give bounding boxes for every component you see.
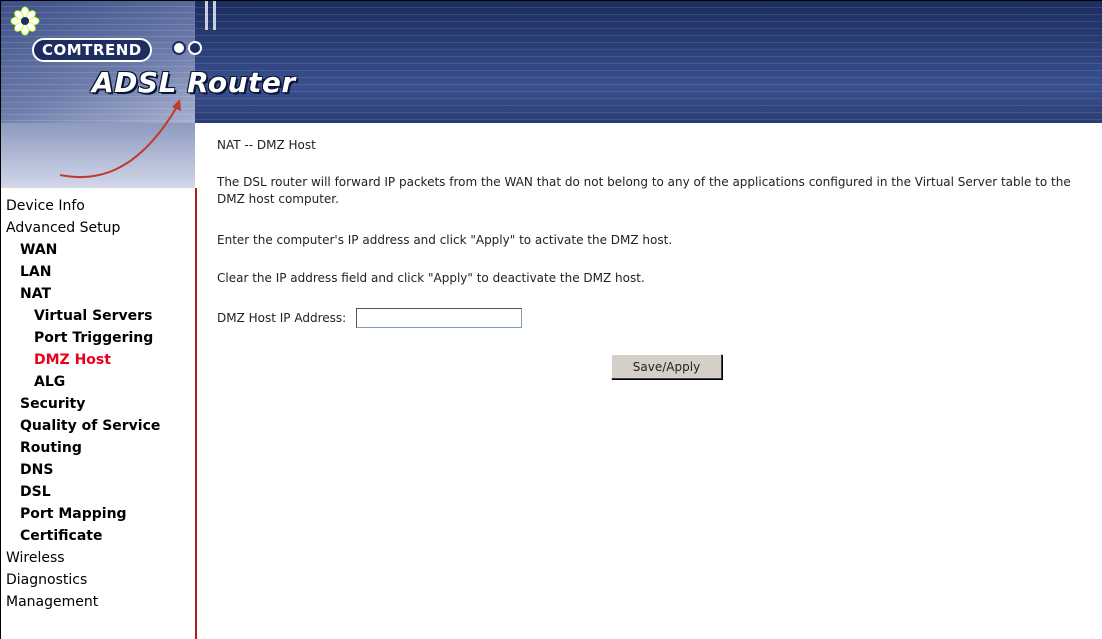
sidebar-item-alg[interactable]: ALG bbox=[0, 371, 160, 393]
dmz-host-ip-input[interactable] bbox=[356, 308, 523, 328]
sidebar-item-quality-of-service[interactable]: Quality of Service bbox=[0, 415, 160, 437]
sidebar-item-diagnostics[interactable]: Diagnostics bbox=[0, 569, 160, 591]
sidebar-item-nat[interactable]: NAT bbox=[0, 283, 160, 305]
dmz-host-row: DMZ Host IP Address: bbox=[217, 306, 523, 330]
sidebar-item-security[interactable]: Security bbox=[0, 393, 160, 415]
sidebar-item-routing[interactable]: Routing bbox=[0, 437, 160, 459]
save-apply-button[interactable]: Save/Apply bbox=[611, 354, 722, 379]
comtrend-flower-icon bbox=[10, 6, 40, 36]
router-admin-page: COMTREND ADSL Router Device Info Advanced… bbox=[0, 0, 1102, 639]
sidebar-item-dmz-host[interactable]: DMZ Host bbox=[0, 349, 160, 371]
sidebar-item-port-mapping[interactable]: Port Mapping bbox=[0, 503, 160, 525]
sidebar-nav: Device Info Advanced Setup WAN LAN NAT Virtua… bbox=[0, 188, 197, 639]
brand-logo: COMTREND bbox=[32, 38, 152, 62]
sidebar-item-lan[interactable]: LAN bbox=[0, 261, 160, 283]
sidebar-item-device-info[interactable]: Device Info bbox=[0, 195, 160, 217]
banner-pillar bbox=[205, 0, 208, 30]
sidebar-item-virtual-servers[interactable]: Virtual Servers bbox=[0, 305, 160, 327]
nav-menu: Device Info Advanced Setup WAN LAN NAT Virtua… bbox=[0, 195, 160, 613]
deactivate-hint: Clear the IP address field and click "Ap… bbox=[217, 271, 645, 285]
sidebar-item-wan[interactable]: WAN bbox=[0, 239, 160, 261]
sidebar-item-advanced-setup[interactable]: Advanced Setup bbox=[0, 217, 160, 239]
banner-stripes bbox=[195, 0, 1102, 123]
intro-text: The DSL router will forward IP packets f… bbox=[217, 175, 1071, 206]
sidebar-item-port-triggering[interactable]: Port Triggering bbox=[0, 327, 160, 349]
page-title: NAT -- DMZ Host bbox=[217, 138, 316, 152]
dmz-host-label: DMZ Host IP Address: bbox=[217, 311, 347, 325]
activate-hint: Enter the computer's IP address and clic… bbox=[217, 233, 673, 247]
brand-dots-icon bbox=[172, 40, 204, 59]
banner-swoosh-icon bbox=[60, 99, 181, 179]
banner-pillar bbox=[213, 0, 216, 30]
sidebar-item-wireless[interactable]: Wireless bbox=[0, 547, 160, 569]
sidebar-item-dsl[interactable]: DSL bbox=[0, 481, 160, 503]
sidebar-item-management[interactable]: Management bbox=[0, 591, 160, 613]
sidebar-item-certificate[interactable]: Certificate bbox=[0, 525, 160, 547]
sidebar-item-dns[interactable]: DNS bbox=[0, 459, 160, 481]
